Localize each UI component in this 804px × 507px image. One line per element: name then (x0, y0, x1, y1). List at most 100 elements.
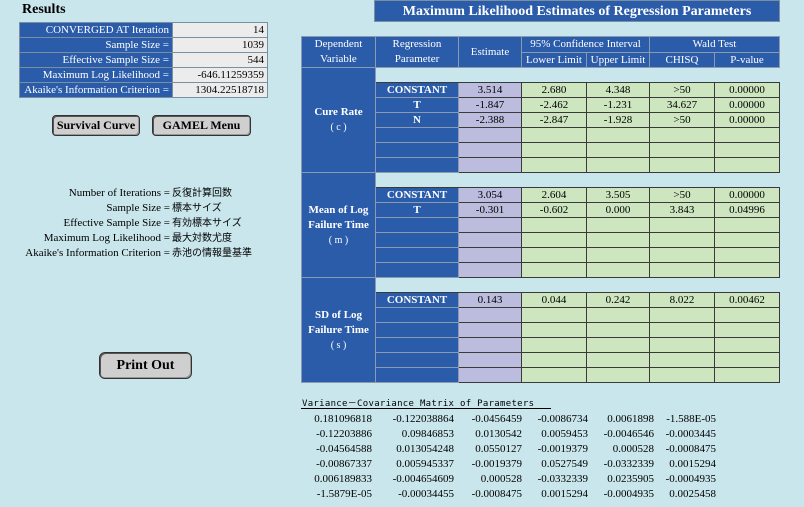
print-out-button[interactable]: Print Out (99, 352, 192, 379)
p-value-cell[interactable] (714, 337, 780, 353)
p-value-cell[interactable]: 0.04996 (714, 202, 780, 218)
chisq-cell[interactable] (649, 157, 715, 173)
p-value-cell[interactable] (714, 142, 780, 158)
chisq-cell[interactable] (649, 247, 715, 263)
p-value-cell[interactable]: 0.00462 (714, 292, 780, 308)
param-cell[interactable] (375, 247, 459, 263)
estimate-cell[interactable] (458, 232, 522, 248)
estimate-cell[interactable]: 0.143 (458, 292, 522, 308)
p-value-cell[interactable]: 0.00000 (714, 82, 780, 98)
upper-limit-cell[interactable] (586, 217, 650, 233)
lower-limit-cell[interactable]: 0.044 (521, 292, 587, 308)
lower-limit-cell[interactable] (521, 367, 587, 383)
estimate-cell[interactable]: -0.301 (458, 202, 522, 218)
param-cell[interactable] (375, 142, 459, 158)
param-cell[interactable] (375, 217, 459, 233)
lower-limit-cell[interactable] (521, 217, 587, 233)
estimate-cell[interactable] (458, 247, 522, 263)
summary-value[interactable]: 544 (172, 52, 268, 68)
param-cell[interactable] (375, 322, 459, 338)
lower-limit-cell[interactable] (521, 322, 587, 338)
estimate-cell[interactable]: -2.388 (458, 112, 522, 128)
upper-limit-cell[interactable] (586, 307, 650, 323)
estimate-cell[interactable] (458, 352, 522, 368)
chisq-cell[interactable] (649, 262, 715, 278)
lower-limit-cell[interactable]: 2.604 (521, 187, 587, 203)
lower-limit-cell[interactable]: -2.462 (521, 97, 587, 113)
chisq-cell[interactable]: 3.843 (649, 202, 715, 218)
p-value-cell[interactable] (714, 262, 780, 278)
param-cell[interactable]: T (375, 202, 459, 218)
summary-value[interactable]: 14 (172, 22, 268, 38)
lower-limit-cell[interactable]: 2.680 (521, 82, 587, 98)
summary-value[interactable]: -646.11259359 (172, 67, 268, 83)
estimate-cell[interactable]: 3.514 (458, 82, 522, 98)
upper-limit-cell[interactable] (586, 127, 650, 143)
param-cell[interactable]: T (375, 97, 459, 113)
upper-limit-cell[interactable] (586, 157, 650, 173)
param-cell[interactable] (375, 337, 459, 353)
lower-limit-cell[interactable]: -2.847 (521, 112, 587, 128)
lower-limit-cell[interactable] (521, 157, 587, 173)
p-value-cell[interactable] (714, 307, 780, 323)
survival-curve-button[interactable]: Survival Curve (52, 115, 140, 136)
chisq-cell[interactable] (649, 367, 715, 383)
chisq-cell[interactable] (649, 127, 715, 143)
param-cell[interactable]: CONSTANT (375, 187, 459, 203)
param-cell[interactable] (375, 232, 459, 248)
estimate-cell[interactable] (458, 337, 522, 353)
upper-limit-cell[interactable]: -1.231 (586, 97, 650, 113)
estimate-cell[interactable] (458, 127, 522, 143)
chisq-cell[interactable] (649, 142, 715, 158)
param-cell[interactable] (375, 367, 459, 383)
lower-limit-cell[interactable] (521, 247, 587, 263)
chisq-cell[interactable] (649, 322, 715, 338)
p-value-cell[interactable] (714, 352, 780, 368)
upper-limit-cell[interactable] (586, 142, 650, 158)
lower-limit-cell[interactable] (521, 127, 587, 143)
lower-limit-cell[interactable]: -0.602 (521, 202, 587, 218)
p-value-cell[interactable] (714, 367, 780, 383)
chisq-cell[interactable] (649, 232, 715, 248)
p-value-cell[interactable]: 0.00000 (714, 187, 780, 203)
p-value-cell[interactable]: 0.00000 (714, 97, 780, 113)
upper-limit-cell[interactable] (586, 352, 650, 368)
param-cell[interactable]: CONSTANT (375, 292, 459, 308)
upper-limit-cell[interactable] (586, 367, 650, 383)
chisq-cell[interactable]: 8.022 (649, 292, 715, 308)
chisq-cell[interactable]: 34.627 (649, 97, 715, 113)
upper-limit-cell[interactable] (586, 337, 650, 353)
p-value-cell[interactable] (714, 247, 780, 263)
param-cell[interactable] (375, 127, 459, 143)
param-cell[interactable] (375, 157, 459, 173)
estimate-cell[interactable] (458, 217, 522, 233)
param-cell[interactable]: CONSTANT (375, 82, 459, 98)
chisq-cell[interactable] (649, 337, 715, 353)
upper-limit-cell[interactable] (586, 247, 650, 263)
upper-limit-cell[interactable]: -1.928 (586, 112, 650, 128)
p-value-cell[interactable] (714, 217, 780, 233)
summary-value[interactable]: 1304.22518718 (172, 82, 268, 98)
summary-value[interactable]: 1039 (172, 37, 268, 53)
estimate-cell[interactable] (458, 307, 522, 323)
estimate-cell[interactable] (458, 157, 522, 173)
chisq-cell[interactable] (649, 307, 715, 323)
chisq-cell[interactable] (649, 217, 715, 233)
upper-limit-cell[interactable] (586, 322, 650, 338)
gamel-menu-button[interactable]: GAMEL Menu (152, 115, 251, 136)
lower-limit-cell[interactable] (521, 352, 587, 368)
lower-limit-cell[interactable] (521, 337, 587, 353)
chisq-cell[interactable]: >50 (649, 112, 715, 128)
param-cell[interactable] (375, 262, 459, 278)
upper-limit-cell[interactable]: 0.000 (586, 202, 650, 218)
chisq-cell[interactable]: >50 (649, 82, 715, 98)
p-value-cell[interactable]: 0.00000 (714, 112, 780, 128)
upper-limit-cell[interactable]: 3.505 (586, 187, 650, 203)
upper-limit-cell[interactable] (586, 232, 650, 248)
p-value-cell[interactable] (714, 127, 780, 143)
p-value-cell[interactable] (714, 232, 780, 248)
estimate-cell[interactable] (458, 322, 522, 338)
p-value-cell[interactable] (714, 322, 780, 338)
lower-limit-cell[interactable] (521, 262, 587, 278)
chisq-cell[interactable] (649, 352, 715, 368)
